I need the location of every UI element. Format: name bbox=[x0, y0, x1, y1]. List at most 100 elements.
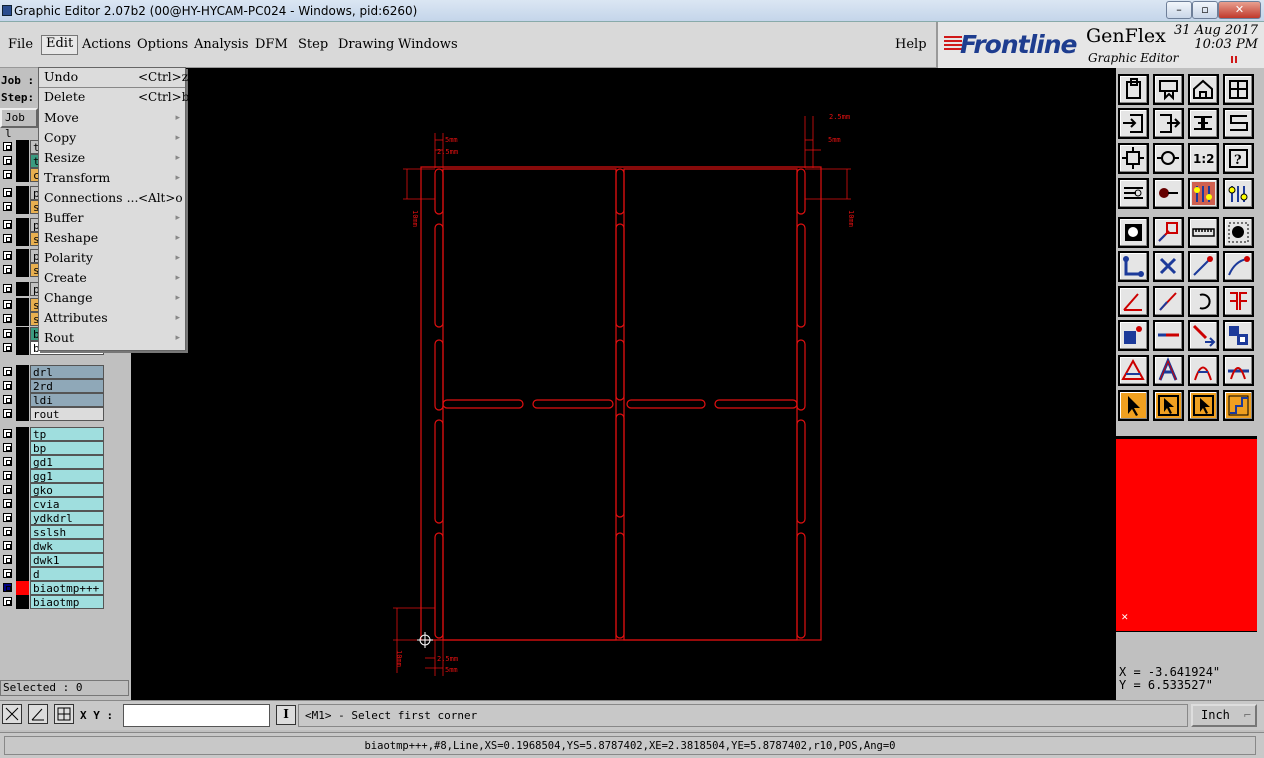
layer-checkbox[interactable] bbox=[3, 156, 12, 165]
edit-menu-item[interactable]: Reshape ▸ bbox=[39, 229, 185, 249]
edit-menu-item[interactable]: Copy ▸ bbox=[39, 129, 185, 149]
angle-icon[interactable] bbox=[1118, 286, 1149, 317]
layer-checkbox[interactable] bbox=[3, 527, 12, 536]
layer-checkbox[interactable] bbox=[3, 471, 12, 480]
edit-menu-item[interactable]: Attributes ▸ bbox=[39, 309, 185, 329]
edit-menu-item[interactable]: Resize ▸ bbox=[39, 149, 185, 169]
cross-icon[interactable] bbox=[1153, 251, 1184, 282]
edit-menu-item[interactable]: Delete <Ctrl>b bbox=[39, 88, 189, 108]
minus-icon[interactable] bbox=[1153, 320, 1184, 351]
help-icon[interactable]: ? bbox=[1223, 143, 1254, 174]
menu-drawing[interactable]: Drawing bbox=[338, 37, 394, 52]
a-line-icon[interactable] bbox=[1223, 355, 1254, 386]
layer-row[interactable]: 2rd bbox=[0, 379, 104, 393]
layer-row[interactable]: biaotmp+++ bbox=[0, 581, 104, 595]
layer-checkbox[interactable] bbox=[3, 485, 12, 494]
pointer-box-icon[interactable] bbox=[1153, 390, 1184, 421]
layer-row[interactable]: gd1 bbox=[0, 455, 104, 469]
dot-icon[interactable] bbox=[1223, 217, 1254, 248]
layer-row[interactable]: ydkdrl bbox=[0, 511, 104, 525]
menu-step[interactable]: Step bbox=[298, 37, 328, 52]
open-icon[interactable] bbox=[1118, 74, 1149, 105]
ruler-icon[interactable] bbox=[1188, 217, 1219, 248]
layer-row[interactable]: gko bbox=[0, 483, 104, 497]
layer-checkbox[interactable] bbox=[3, 202, 12, 211]
layer-checkbox[interactable] bbox=[3, 409, 12, 418]
layer-checkbox[interactable] bbox=[3, 443, 12, 452]
connect-icon[interactable] bbox=[1118, 251, 1149, 282]
layer-checkbox[interactable] bbox=[3, 329, 12, 338]
menu-windows[interactable]: Windows bbox=[398, 37, 458, 52]
measure-icon[interactable] bbox=[1153, 178, 1184, 209]
edit-menu-item[interactable]: Create ▸ bbox=[39, 269, 185, 289]
layer-checkbox[interactable] bbox=[3, 314, 12, 323]
layer-checkbox[interactable] bbox=[3, 251, 12, 260]
menu-edit[interactable]: Edit bbox=[41, 35, 79, 55]
layer-checkbox[interactable] bbox=[3, 597, 12, 606]
layer-checkbox[interactable] bbox=[3, 265, 12, 274]
arc-point-icon[interactable] bbox=[1223, 251, 1254, 282]
layers-icon[interactable] bbox=[1223, 178, 1254, 209]
layer-checkbox[interactable] bbox=[3, 513, 12, 522]
layer-checkbox[interactable] bbox=[3, 367, 12, 376]
edit-menu-item[interactable]: Change ▸ bbox=[39, 289, 185, 309]
layer-checkbox[interactable] bbox=[3, 569, 12, 578]
layer-row[interactable]: tp bbox=[0, 427, 104, 441]
layer-row[interactable]: rout bbox=[0, 407, 104, 421]
pause-icon[interactable] bbox=[1231, 56, 1237, 63]
angle-mode-icon[interactable] bbox=[28, 704, 48, 724]
edit-menu-item[interactable]: Rout ▸ bbox=[39, 329, 185, 349]
fit-icon[interactable] bbox=[1118, 143, 1149, 174]
layer-checkbox[interactable] bbox=[3, 555, 12, 564]
edit-menu-item[interactable]: Connections ... <Alt>o bbox=[39, 189, 185, 209]
layer-row[interactable]: bp bbox=[0, 441, 104, 455]
menu-file[interactable]: File bbox=[8, 37, 33, 52]
graphic-canvas[interactable]: 5mm 2.5mm 10mm 2.5mm 5mm 10mm 10mm 2.5mm… bbox=[131, 68, 1116, 700]
blue-blocks-icon[interactable] bbox=[1223, 320, 1254, 351]
menu-dfm[interactable]: DFM bbox=[255, 37, 288, 52]
layer-checkbox[interactable] bbox=[3, 300, 12, 309]
restore-button[interactable]: ▫ bbox=[1192, 1, 1218, 19]
edit-menu-item[interactable]: Undo <Ctrl>z bbox=[39, 68, 188, 88]
triangle-icon[interactable] bbox=[1118, 355, 1149, 386]
layer-checkbox[interactable] bbox=[3, 541, 12, 550]
layers-color-icon[interactable] bbox=[1188, 178, 1219, 209]
layer-checkbox[interactable] bbox=[3, 284, 12, 293]
move-line-icon[interactable] bbox=[1188, 320, 1219, 351]
layer-checkbox[interactable] bbox=[3, 429, 12, 438]
scale-1-2-icon[interactable]: 1:2 bbox=[1188, 143, 1219, 174]
layer-checkbox[interactable] bbox=[3, 395, 12, 404]
save-icon[interactable] bbox=[1153, 74, 1184, 105]
menu-actions[interactable]: Actions bbox=[82, 37, 131, 52]
layer-row[interactable]: dwk bbox=[0, 539, 104, 553]
unit-select[interactable]: Inch ⌐ bbox=[1191, 704, 1257, 727]
s-curve-icon[interactable] bbox=[1223, 108, 1254, 139]
layer-checkbox[interactable] bbox=[3, 220, 12, 229]
layer-checkbox[interactable] bbox=[3, 142, 12, 151]
a-shape-icon[interactable] bbox=[1153, 355, 1184, 386]
line-point-icon[interactable] bbox=[1188, 251, 1219, 282]
layer-checkbox[interactable] bbox=[3, 234, 12, 243]
pad-icon[interactable] bbox=[1118, 217, 1149, 248]
close-preview-icon[interactable]: ✕ bbox=[1121, 613, 1129, 623]
undo-arc-icon[interactable] bbox=[1188, 286, 1219, 317]
layer-row[interactable]: ldi bbox=[0, 393, 104, 407]
shape-icon[interactable] bbox=[1153, 217, 1184, 248]
layer-checkbox[interactable] bbox=[3, 381, 12, 390]
import-icon[interactable] bbox=[1118, 108, 1149, 139]
layer-row[interactable]: cvia bbox=[0, 497, 104, 511]
pointer-rect-icon[interactable] bbox=[1188, 390, 1219, 421]
layer-checkbox[interactable] bbox=[3, 188, 12, 197]
layer-checkbox[interactable] bbox=[3, 499, 12, 508]
layer-row[interactable]: drl bbox=[0, 365, 104, 379]
menu-analysis[interactable]: Analysis bbox=[194, 37, 249, 52]
layer-checkbox[interactable] bbox=[3, 170, 12, 179]
layer-checkbox[interactable] bbox=[3, 343, 12, 352]
properties-icon[interactable] bbox=[1118, 178, 1149, 209]
layer-row[interactable]: gg1 bbox=[0, 469, 104, 483]
layer-checkbox[interactable] bbox=[3, 457, 12, 466]
mirror-icon[interactable] bbox=[1223, 286, 1254, 317]
route-icon[interactable] bbox=[1223, 390, 1254, 421]
menu-options[interactable]: Options bbox=[137, 37, 188, 52]
home-icon[interactable] bbox=[1188, 74, 1219, 105]
